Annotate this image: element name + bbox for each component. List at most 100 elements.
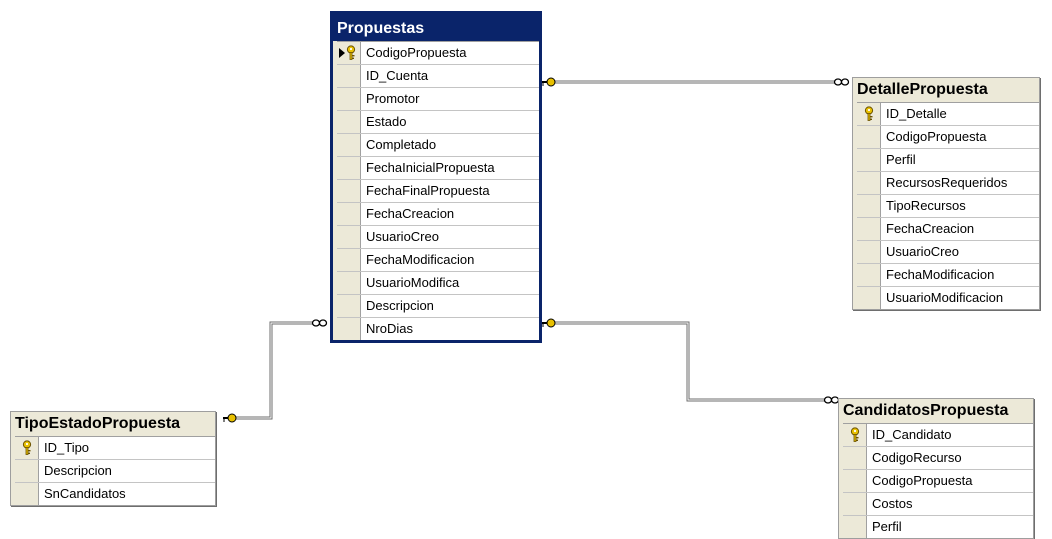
row-selector[interactable]	[857, 241, 881, 263]
column-name: ID_Cuenta	[366, 68, 429, 83]
column-list: CodigoPropuesta ID_Cuenta Promotor Estado Co…	[337, 41, 539, 340]
row-selector[interactable]	[15, 437, 39, 459]
column-row[interactable]: ID_Detalle	[857, 103, 1039, 126]
column-row[interactable]: TipoRecursos	[857, 195, 1039, 218]
column-name: SnCandidatos	[44, 486, 126, 501]
table-propuestas[interactable]: Propuestas CodigoPropuesta ID_Cuenta Promo…	[330, 11, 542, 343]
column-name: FechaModificacion	[886, 267, 995, 282]
row-selector[interactable]	[337, 272, 361, 294]
column-row[interactable]: CodigoRecurso	[843, 447, 1033, 470]
row-selector[interactable]	[857, 149, 881, 171]
table-title[interactable]: TipoEstadoPropuesta	[11, 412, 215, 436]
column-row[interactable]: SnCandidatos	[15, 483, 215, 505]
table-detallepropuesta[interactable]: DetallePropuesta ID_Detalle CodigoPropues…	[852, 77, 1040, 310]
column-row[interactable]: CodigoPropuesta	[843, 470, 1033, 493]
column-name: Costos	[872, 496, 913, 511]
column-row[interactable]: UsuarioCreo	[337, 226, 539, 249]
column-name: UsuarioCreo	[366, 229, 439, 244]
row-selector[interactable]	[337, 42, 361, 64]
column-name: UsuarioCreo	[886, 244, 959, 259]
column-row[interactable]: UsuarioModificacion	[857, 287, 1039, 309]
column-name: Perfil	[886, 152, 916, 167]
column-row[interactable]: FechaModificacion	[857, 264, 1039, 287]
column-row[interactable]: ID_Cuenta	[337, 65, 539, 88]
row-selector[interactable]	[337, 226, 361, 248]
row-selector[interactable]	[857, 287, 881, 309]
column-row[interactable]: FechaInicialPropuesta	[337, 157, 539, 180]
table-candidatospropuesta[interactable]: CandidatosPropuesta ID_Candidato CodigoRe…	[838, 398, 1034, 539]
table-title[interactable]: Propuestas	[333, 14, 539, 41]
column-row[interactable]: FechaModificacion	[337, 249, 539, 272]
row-selector[interactable]	[337, 111, 361, 133]
column-row[interactable]: FechaCreacion	[857, 218, 1039, 241]
column-row[interactable]: Perfil	[857, 149, 1039, 172]
primary-key-icon	[22, 440, 31, 455]
column-name: CodigoRecurso	[872, 450, 962, 465]
row-selector[interactable]	[337, 318, 361, 340]
column-list: ID_Detalle CodigoPropuesta Perfil RecursosR…	[857, 102, 1039, 309]
column-name: Promotor	[366, 91, 420, 106]
column-row[interactable]: Completado	[337, 134, 539, 157]
row-selector[interactable]	[857, 126, 881, 148]
column-row[interactable]: ID_Tipo	[15, 437, 215, 460]
column-row[interactable]: Estado	[337, 111, 539, 134]
column-name: ID_Detalle	[886, 106, 947, 121]
primary-key-icon	[346, 45, 356, 60]
row-selector[interactable]	[843, 493, 867, 515]
row-selector[interactable]	[857, 264, 881, 286]
many-infinity-end-icon	[833, 78, 850, 86]
column-name: UsuarioModifica	[366, 275, 460, 290]
row-selector[interactable]	[337, 249, 361, 271]
row-selector[interactable]	[843, 470, 867, 492]
column-row[interactable]: Costos	[843, 493, 1033, 516]
column-row[interactable]: UsuarioCreo	[857, 241, 1039, 264]
table-title[interactable]: DetallePropuesta	[853, 78, 1039, 102]
row-selector[interactable]	[843, 447, 867, 469]
column-row[interactable]: Descripcion	[337, 295, 539, 318]
column-row[interactable]: CodigoPropuesta	[857, 126, 1039, 149]
column-row[interactable]: FechaCreacion	[337, 203, 539, 226]
row-selector[interactable]	[15, 460, 39, 482]
row-selector[interactable]	[857, 103, 881, 125]
column-name: NroDias	[366, 321, 413, 336]
column-name: Descripcion	[44, 463, 112, 478]
primary-key-icon	[850, 427, 859, 442]
column-row[interactable]: FechaFinalPropuesta	[337, 180, 539, 203]
column-row[interactable]: ID_Candidato	[843, 424, 1033, 447]
column-name: ID_Tipo	[44, 440, 90, 455]
many-infinity-end-icon	[311, 319, 328, 327]
table-tipoestadopropuesta[interactable]: TipoEstadoPropuesta ID_Tipo Descripcion Sn…	[10, 411, 216, 506]
column-row[interactable]: RecursosRequeridos	[857, 172, 1039, 195]
column-row[interactable]: CodigoPropuesta	[337, 42, 539, 65]
column-name: Completado	[366, 137, 437, 152]
column-list: ID_Tipo Descripcion SnCandidatos	[15, 436, 215, 505]
column-list: ID_Candidato CodigoRecurso CodigoPropuesta…	[843, 423, 1033, 538]
row-selector[interactable]	[857, 195, 881, 217]
column-name: CodigoPropuesta	[366, 45, 467, 60]
one-key-end-icon	[542, 77, 556, 87]
column-row[interactable]: Descripcion	[15, 460, 215, 483]
column-name: CodigoPropuesta	[872, 473, 973, 488]
row-selector[interactable]	[337, 134, 361, 156]
row-selector[interactable]	[337, 88, 361, 110]
column-name: Descripcion	[366, 298, 434, 313]
row-selector[interactable]	[857, 218, 881, 240]
table-title[interactable]: CandidatosPropuesta	[839, 399, 1033, 423]
row-selector[interactable]	[337, 65, 361, 87]
column-name: UsuarioModificacion	[886, 290, 1004, 305]
row-selector[interactable]	[843, 424, 867, 446]
column-row[interactable]: UsuarioModifica	[337, 272, 539, 295]
column-name: FechaFinalPropuesta	[366, 183, 490, 198]
row-selector[interactable]	[337, 295, 361, 317]
relationship-propuestas-candidatospropuesta[interactable]	[548, 321, 832, 402]
row-selector[interactable]	[337, 180, 361, 202]
row-selector[interactable]	[337, 157, 361, 179]
row-selector[interactable]	[337, 203, 361, 225]
column-row[interactable]: NroDias	[337, 318, 539, 340]
row-selector[interactable]	[15, 483, 39, 505]
relationship-tipoestado-propuestas[interactable]	[234, 321, 318, 420]
row-selector[interactable]	[857, 172, 881, 194]
column-name: FechaModificacion	[366, 252, 475, 267]
column-row[interactable]: Promotor	[337, 88, 539, 111]
column-name: FechaCreacion	[886, 221, 975, 236]
